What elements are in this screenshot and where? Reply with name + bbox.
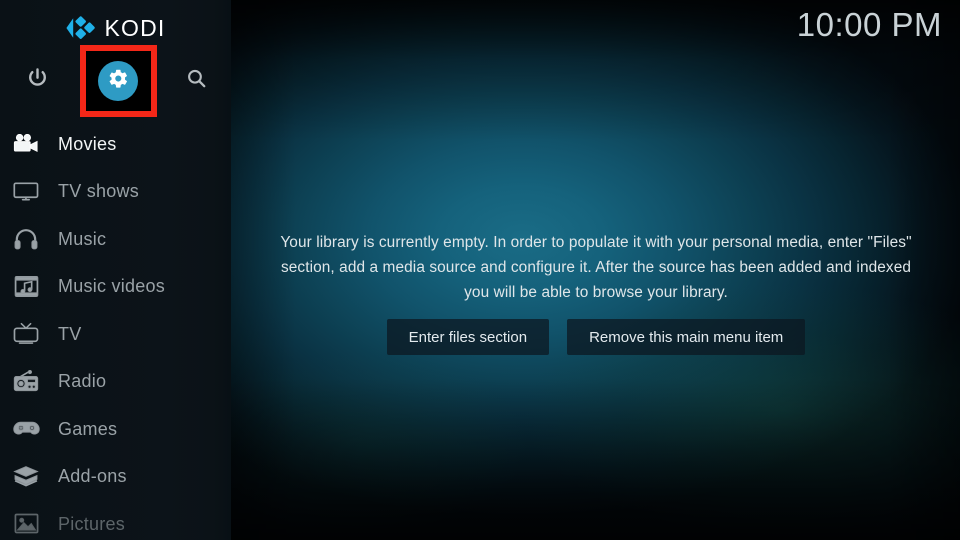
sidebar-item-music[interactable]: Music <box>0 215 231 263</box>
empty-library-message: Your library is currently empty. In orde… <box>280 234 912 301</box>
sidebar-item-radio[interactable]: Radio <box>0 358 231 406</box>
retro-tv-icon <box>8 319 44 349</box>
sidebar-item-label: Music videos <box>58 276 166 297</box>
brand: KODI <box>0 10 231 46</box>
power-button[interactable] <box>11 55 63 107</box>
brand-name: KODI <box>104 14 166 41</box>
enter-files-section-button[interactable]: Enter files section <box>386 319 550 355</box>
radio-icon <box>8 366 44 396</box>
sidebar-item-movies[interactable]: Movies <box>0 120 231 168</box>
sidebar-item-pictures[interactable]: Pictures <box>0 500 231 540</box>
sidebar-item-label: Radio <box>58 371 107 392</box>
picture-icon <box>8 509 44 539</box>
open-box-icon <box>8 461 44 491</box>
settings-button-overlay[interactable] <box>92 55 144 107</box>
sidebar-item-add-ons[interactable]: Add-ons <box>0 453 231 501</box>
sidebar-item-label: Music <box>58 228 107 249</box>
clock: 10:00 PM <box>796 6 942 43</box>
sidebar-item-label: Pictures <box>58 513 126 534</box>
main-content: Your library is currently empty. In orde… <box>231 0 960 540</box>
sidebar-item-label: TV <box>58 323 82 344</box>
sidebar-item-label: Add-ons <box>58 466 127 487</box>
monitor-icon <box>8 176 44 206</box>
sidebar-item-music-videos[interactable]: Music videos <box>0 263 231 311</box>
empty-library-panel: Your library is currently empty. In orde… <box>271 230 921 355</box>
sidebar-item-label: Movies <box>58 133 117 154</box>
film-music-icon <box>8 271 44 301</box>
search-button[interactable] <box>170 55 222 107</box>
kodi-home-screen: Your library is currently empty. In orde… <box>0 0 960 540</box>
settings-disc-overlay <box>98 61 138 101</box>
sidebar-item-games[interactable]: Games <box>0 405 231 453</box>
sidebar-item-label: Games <box>58 418 118 439</box>
search-icon <box>185 67 208 95</box>
sidebar-menu: Movies TV shows Music Music videos TV Ra… <box>0 120 231 540</box>
power-icon <box>26 67 49 95</box>
empty-library-actions: Enter files section Remove this main men… <box>271 319 921 355</box>
kodi-logo-icon <box>65 15 96 41</box>
sidebar-item-tv-shows[interactable]: TV shows <box>0 168 231 216</box>
headphones-icon <box>8 224 44 254</box>
sidebar: KODI Movies TV shows Music Music videos … <box>0 0 231 540</box>
sidebar-item-label: TV shows <box>58 181 140 202</box>
sidebar-item-tv[interactable]: TV <box>0 310 231 358</box>
gear-icon <box>108 68 129 94</box>
gamepad-icon <box>8 414 44 444</box>
remove-main-menu-item-button[interactable]: Remove this main menu item <box>567 319 806 355</box>
movie-camera-icon <box>8 129 44 159</box>
